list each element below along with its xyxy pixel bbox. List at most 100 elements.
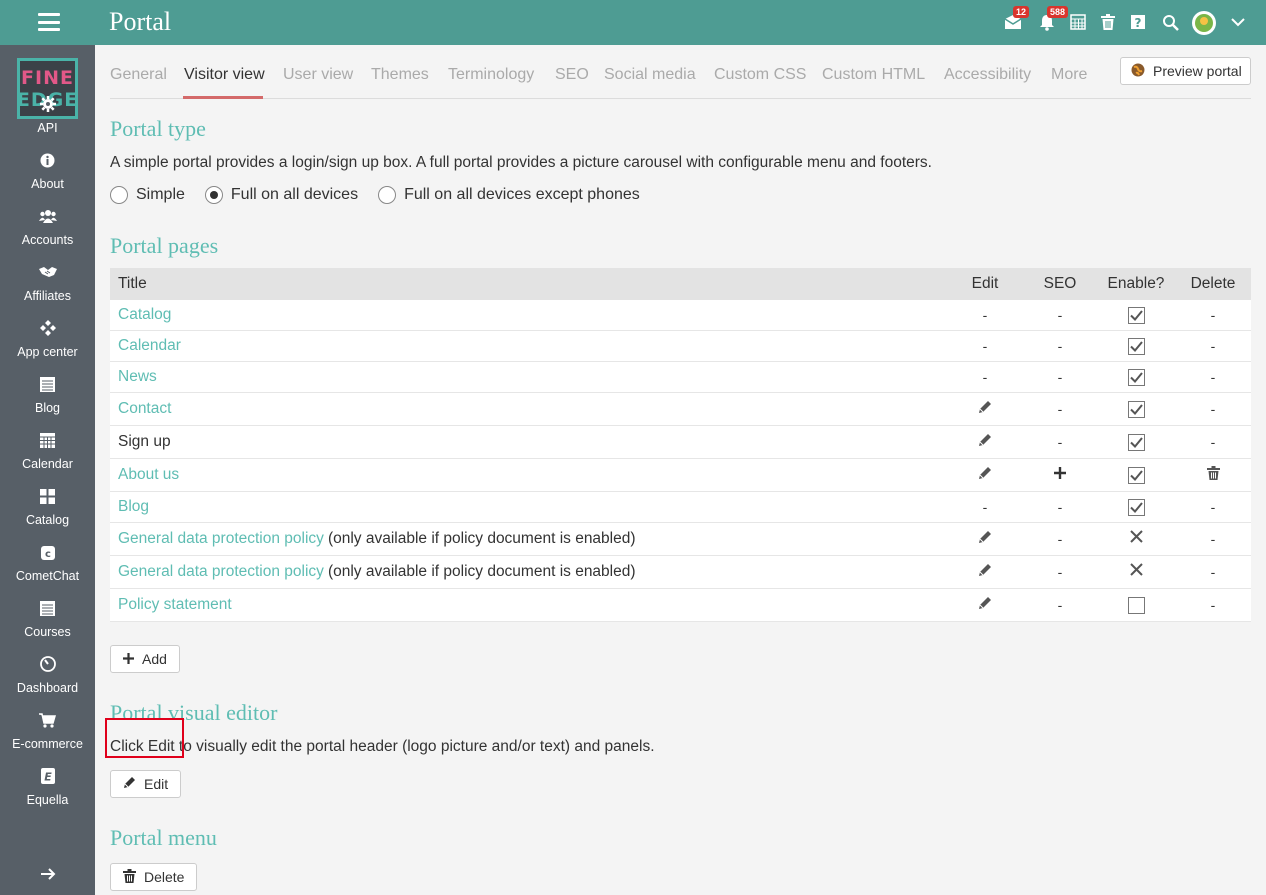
sidebar-item-label: Courses xyxy=(24,625,71,639)
preview-portal-button[interactable]: Preview portal xyxy=(1120,57,1251,85)
portal-menu-delete-button[interactable]: Delete xyxy=(110,863,198,891)
sidebar-expand-arrow-icon[interactable] xyxy=(0,867,95,895)
sidebar-item-about[interactable]: About xyxy=(0,151,95,207)
add-page-button[interactable]: Add xyxy=(110,645,180,673)
users-icon xyxy=(38,207,57,225)
enable-checkbox[interactable] xyxy=(1127,368,1145,386)
sidebar-item-label: Catalog xyxy=(25,513,70,527)
page-title-link[interactable]: News xyxy=(118,368,157,386)
pencil-icon[interactable] xyxy=(978,530,992,549)
empty-dash: - xyxy=(982,499,988,515)
empty-dash: - xyxy=(1057,338,1063,354)
pencil-icon[interactable] xyxy=(978,596,992,615)
empty-dash: - xyxy=(1210,307,1216,323)
portal-menu-heading: Portal menu xyxy=(110,825,217,850)
enable-checkbox[interactable] xyxy=(1127,306,1145,324)
page-title-link[interactable]: Calendar xyxy=(118,337,181,355)
pencil-icon[interactable] xyxy=(978,563,992,582)
chevron-down-icon[interactable] xyxy=(1228,12,1248,32)
visual-editor-edit-button[interactable]: Edit xyxy=(110,770,182,798)
main-content: General Visitor view User view Themes Te… xyxy=(95,45,1266,895)
page-title-link[interactable]: Blog xyxy=(118,498,149,516)
sidebar-item-cometchat[interactable]: c CometChat xyxy=(0,543,95,599)
help-icon[interactable]: ? xyxy=(1128,12,1148,32)
trash-icon[interactable] xyxy=(1206,465,1220,485)
page-title-link[interactable]: General data protection policy xyxy=(118,530,324,548)
row-enable-cell xyxy=(1105,393,1167,425)
pencil-icon[interactable] xyxy=(978,400,992,419)
sidebar-item-label: Affiliates xyxy=(23,289,71,303)
user-avatar[interactable] xyxy=(1192,11,1216,35)
sidebar-item-dashboard[interactable]: Dashboard xyxy=(0,655,95,711)
tab-seo[interactable]: SEO xyxy=(555,66,589,84)
page-note: (only available if policy document is en… xyxy=(327,563,636,580)
table-row: News - - - xyxy=(110,362,1251,393)
page-title-link[interactable]: Policy statement xyxy=(118,596,232,614)
svg-text:c: c xyxy=(45,549,51,560)
sidebar: FINE EDGE APIAboutAccountsAffiliatesApp … xyxy=(0,45,95,895)
row-delete-cell: - xyxy=(1183,426,1243,458)
page-title-link[interactable]: General data protection policy xyxy=(118,563,324,581)
sidebar-item-accounts[interactable]: Accounts xyxy=(0,207,95,263)
radio-full-except-phones[interactable]: Full on all devices except phones xyxy=(378,186,640,204)
enable-checkbox[interactable] xyxy=(1127,337,1145,355)
table-row: General data protection policy (only avai… xyxy=(110,556,1251,589)
row-edit-cell xyxy=(955,393,1015,425)
plus-icon[interactable] xyxy=(1054,466,1066,484)
radio-full-all-devices[interactable]: Full on all devices xyxy=(204,186,358,204)
bell-icon[interactable]: 588 xyxy=(1037,6,1069,32)
page-title-text: Sign up xyxy=(118,433,171,450)
row-seo-cell: - xyxy=(1030,426,1090,458)
page-title-link[interactable]: Contact xyxy=(118,400,171,418)
radio-simple[interactable]: Simple xyxy=(110,186,185,204)
messages-icon[interactable]: 12 xyxy=(1003,6,1030,32)
sidebar-item-courses[interactable]: Courses xyxy=(0,599,95,655)
calendar-grid-icon[interactable] xyxy=(1068,12,1088,32)
sidebar-item-blog[interactable]: Blog xyxy=(0,375,95,431)
sidebar-item-equella[interactable]: E Equella xyxy=(0,767,95,823)
tab-accessibility[interactable]: Accessibility xyxy=(944,66,1031,84)
tab-terminology[interactable]: Terminology xyxy=(448,66,534,84)
tab-general[interactable]: General xyxy=(110,66,167,84)
sidebar-item-catalog[interactable]: Catalog xyxy=(0,487,95,543)
tab-visitor-view[interactable]: Visitor view xyxy=(184,66,265,84)
tab-user-view[interactable]: User view xyxy=(283,66,353,84)
row-title-cell: General data protection policy (only avai… xyxy=(118,556,636,588)
sidebar-item-api[interactable]: API xyxy=(0,95,95,151)
row-edit-cell: - xyxy=(955,492,1015,522)
svg-text:E: E xyxy=(44,771,52,784)
portal-type-heading: Portal type xyxy=(110,116,206,141)
pencil-icon[interactable] xyxy=(978,466,992,485)
tab-custom-css[interactable]: Custom CSS xyxy=(714,66,806,84)
sidebar-item-app-center[interactable]: App center xyxy=(0,319,95,375)
sidebar-item-calendar[interactable]: Calendar xyxy=(0,431,95,487)
tab-themes[interactable]: Themes xyxy=(371,66,429,84)
portal-pages-heading: Portal pages xyxy=(110,233,219,258)
enable-checkbox[interactable] xyxy=(1127,466,1145,484)
table-row: Sign up - - xyxy=(110,426,1251,459)
gear-icon xyxy=(39,95,56,113)
tab-custom-html[interactable]: Custom HTML xyxy=(822,66,925,84)
sidebar-item-affiliates[interactable]: Affiliates xyxy=(0,263,95,319)
enable-checkbox[interactable] xyxy=(1127,596,1145,614)
enable-checkbox[interactable] xyxy=(1127,433,1145,451)
app-center-icon xyxy=(39,319,56,337)
pencil-icon[interactable] xyxy=(978,433,992,452)
tab-social-media[interactable]: Social media xyxy=(604,66,696,84)
empty-dash: - xyxy=(1057,434,1063,450)
search-icon[interactable] xyxy=(1160,12,1180,32)
page-title-link[interactable]: About us xyxy=(118,466,179,484)
empty-dash: - xyxy=(1210,564,1216,580)
row-title-cell: General data protection policy (only avai… xyxy=(118,523,636,555)
row-title-cell: Sign up xyxy=(118,426,171,458)
trash-icon[interactable] xyxy=(1098,12,1118,32)
sidebar-item-e-commerce[interactable]: E-commerce xyxy=(0,711,95,767)
row-enable-cell xyxy=(1105,459,1167,491)
tab-more[interactable]: More xyxy=(1051,66,1087,84)
enable-checkbox[interactable] xyxy=(1127,498,1145,516)
page-title-link[interactable]: Catalog xyxy=(118,306,171,324)
hamburger-menu-icon[interactable] xyxy=(38,13,60,31)
enable-checkbox[interactable] xyxy=(1127,400,1145,418)
empty-dash: - xyxy=(982,338,988,354)
row-edit-cell: - xyxy=(955,300,1015,330)
